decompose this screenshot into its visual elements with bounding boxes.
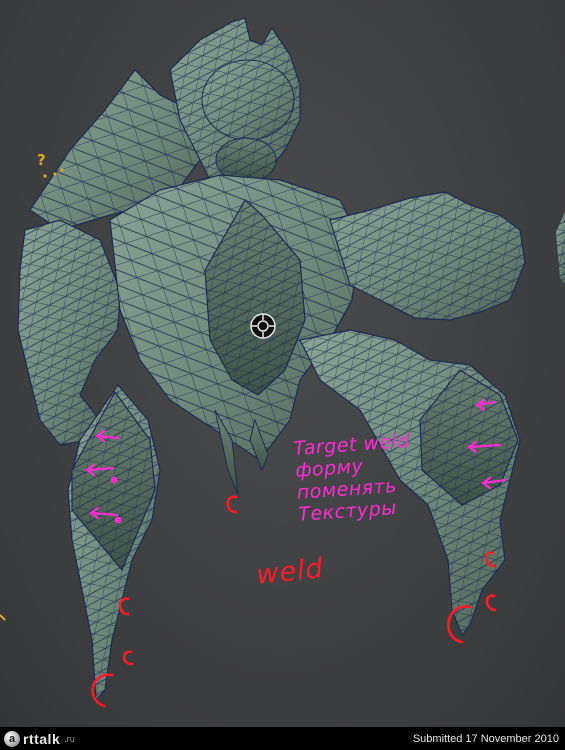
transform-manipulator-icon — [250, 313, 276, 339]
offscreen-mesh-edge — [556, 212, 565, 284]
orange-mark — [0, 614, 6, 621]
annotation-target-weld: Target weld форму поменять Текстуры — [293, 430, 415, 526]
footer-bar: a rttalk .ru Submitted 17 November 2010 — [0, 727, 565, 750]
red-c-mark — [485, 594, 497, 612]
red-c-mark — [226, 495, 238, 514]
site-logo[interactable]: a rttalk .ru — [4, 730, 75, 747]
3d-viewport[interactable]: ? Target weld форму поменять Текстуры we… — [0, 0, 565, 727]
logo-tld: .ru — [64, 733, 75, 744]
svg-text:?: ? — [37, 151, 46, 169]
logo-icon: a — [4, 730, 20, 747]
red-c-mark — [122, 650, 134, 666]
character-mesh: ? — [0, 17, 565, 708]
red-marks — [91, 495, 497, 708]
logo-name: rttalk — [23, 730, 61, 747]
submitted-date: Submitted 17 November 2010 — [412, 732, 559, 745]
right-arm — [329, 191, 526, 321]
red-c-mark — [118, 597, 130, 616]
